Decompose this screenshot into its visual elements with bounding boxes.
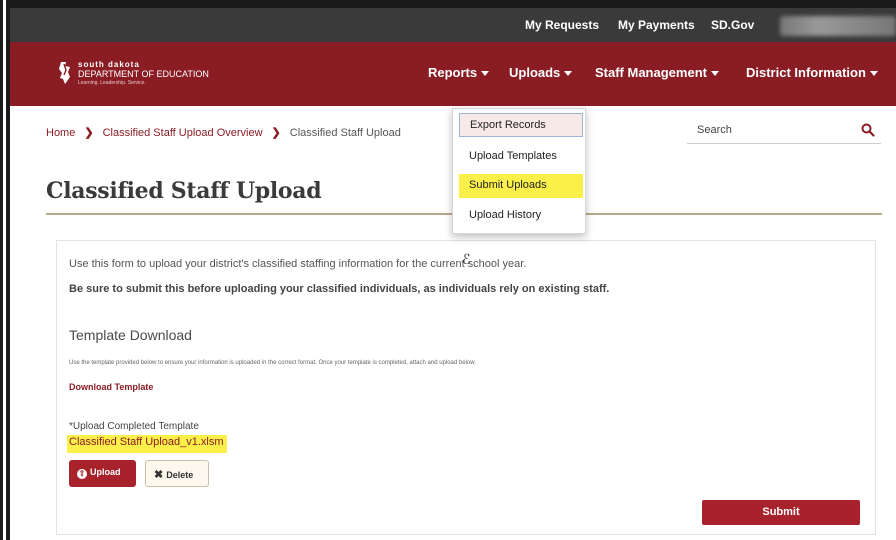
my-requests-link[interactable]: My Requests <box>525 18 599 32</box>
nav-reports-label: Reports <box>428 65 478 80</box>
search-placeholder: Search <box>697 124 732 136</box>
upload-button-label: Upload <box>90 467 121 477</box>
breadcrumb-current: Classified Staff Upload <box>289 127 401 139</box>
chevron-down-icon <box>710 71 719 77</box>
delete-button[interactable]: ✖ Delete <box>145 460 209 487</box>
nav-staff-management-label: Staff Management <box>595 65 707 80</box>
menu-item-submit-uploads[interactable]: Submit Uploads <box>459 174 583 198</box>
screenshot-frame-top <box>0 0 896 8</box>
nav-staff-management[interactable]: Staff Management <box>595 65 719 80</box>
submit-button[interactable]: Submit <box>702 500 860 525</box>
sd-gov-link[interactable]: SD.Gov <box>711 18 754 32</box>
intro-text: Use this form to upload your district's … <box>69 258 527 270</box>
sd-doe-logo[interactable]: south dakota DEPARTMENT OF EDUCATION Lea… <box>58 59 258 89</box>
upload-button[interactable]: ⇧ Upload <box>69 460 136 487</box>
text-cursor-icon: ℰ <box>462 252 471 268</box>
download-template-link[interactable]: Download Template <box>69 382 153 392</box>
screenshot-frame-left-inner <box>3 0 6 540</box>
nav-reports[interactable]: Reports <box>428 65 490 80</box>
my-payments-link[interactable]: My Payments <box>618 18 695 32</box>
upload-arrow-icon: ⇧ <box>77 469 87 479</box>
nav-district-information[interactable]: District Information <box>746 65 878 80</box>
page-title: Classified Staff Upload <box>46 178 322 204</box>
template-download-heading: Template Download <box>69 327 192 343</box>
search-input[interactable]: Search <box>687 118 881 144</box>
search-icon[interactable] <box>861 123 875 137</box>
delete-button-label: Delete <box>166 470 194 480</box>
intro-warning-text: Be sure to submit this before uploading … <box>69 283 610 295</box>
logo-line-1: south dakota <box>78 60 140 69</box>
breadcrumb-overview[interactable]: Classified Staff Upload Overview <box>103 127 263 139</box>
menu-item-upload-history[interactable]: Upload History <box>459 204 583 228</box>
chevron-down-icon <box>481 71 490 77</box>
chevron-down-icon <box>869 71 878 77</box>
template-description: Use the template provided below to ensur… <box>69 360 476 366</box>
logo-line-2: DEPARTMENT OF EDUCATION <box>78 69 209 79</box>
user-account-redacted[interactable] <box>780 16 896 36</box>
upload-field-label: *Upload Completed Template <box>69 421 199 432</box>
chevron-right-icon: ❯ <box>271 127 281 139</box>
logo-tagline: Learning. Leadership. Service. <box>78 80 146 86</box>
state-outline-icon <box>59 62 70 84</box>
nav-uploads-label: Uploads <box>509 65 561 80</box>
uploads-dropdown-menu: Export Records Upload Templates Submit U… <box>452 108 586 234</box>
menu-item-export-records[interactable]: Export Records <box>459 113 583 137</box>
utility-bar: My Requests My Payments SD.Gov <box>10 8 896 42</box>
breadcrumb: Home ❯ Classified Staff Upload Overview ❯ Cl… <box>46 126 401 139</box>
main-navbar: south dakota DEPARTMENT OF EDUCATION Lea… <box>10 42 896 106</box>
breadcrumb-home[interactable]: Home <box>46 127 75 139</box>
close-icon: ✖ <box>154 469 164 481</box>
menu-item-upload-templates[interactable]: Upload Templates <box>459 145 583 169</box>
chevron-down-icon <box>564 71 573 77</box>
selected-file-name: Classified Staff Upload_v1.xlsm <box>67 435 228 453</box>
upload-form-card: Use this form to upload your district's … <box>56 240 876 535</box>
chevron-right-icon: ❯ <box>84 127 94 139</box>
nav-district-information-label: District Information <box>746 65 866 80</box>
nav-uploads[interactable]: Uploads <box>509 65 573 80</box>
